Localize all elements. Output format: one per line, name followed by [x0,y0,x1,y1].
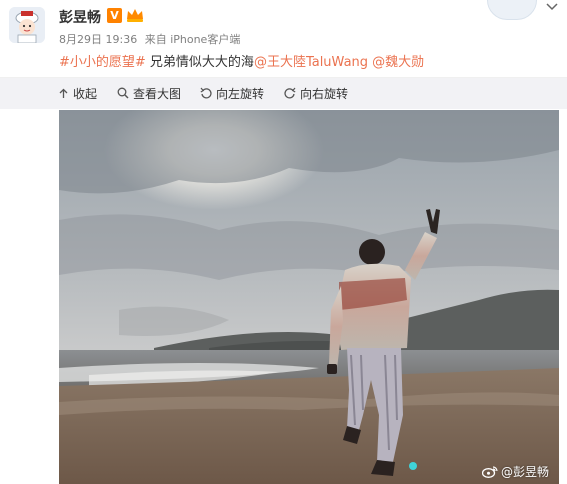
crown-icon[interactable] [125,7,145,23]
view-large-label: 查看大图 [133,86,182,101]
photo-watermark: @彭昱畅 [481,463,549,480]
rotate-left-icon [200,87,212,99]
beach-photo [59,110,559,484]
zoom-icon [117,87,129,99]
collapse-button[interactable]: 收起 [58,85,97,101]
watermark-handle: @彭昱畅 [500,465,549,479]
vip-badge[interactable]: V [107,8,122,23]
rotate-left-button[interactable]: 向左旋转 [200,85,264,101]
mention-link-1[interactable]: @王大陸TaluWang [254,55,368,70]
collapse-icon [59,88,68,98]
post-body-text: 兄弟情似大大的海 [145,55,254,70]
weibo-logo-icon [481,466,498,478]
view-large-button[interactable]: 查看大图 [117,85,181,101]
image-toolbar: 收起 查看大图 向左旋转 向右旋转 [0,78,567,109]
post-source[interactable]: 来自 iPhone客户端 [145,33,241,46]
collapse-label: 收起 [73,86,98,101]
post-meta: 8月29日 19:36 来自 iPhone客户端 [59,31,244,47]
chevron-down-icon[interactable] [545,2,559,12]
collapsed-avatar[interactable] [487,0,537,20]
hashtag-link[interactable]: #小小的愿望# [59,55,146,70]
post-text: #小小的愿望# 兄弟情似大大的海@王大陸TaluWang @魏大勋 [59,51,424,70]
rotate-right-button[interactable]: 向右旋转 [284,85,348,101]
post-photo[interactable]: @彭昱畅 [59,110,559,484]
rotate-right-icon [284,87,296,99]
post-header: 彭昱畅 V 8月29日 19:36 来自 iPhone客户端 #小小的愿望# 兄… [0,0,567,76]
rotate-left-label: 向左旋转 [216,86,265,101]
avatar-cartoon [9,7,45,43]
rotate-right-label: 向右旋转 [300,86,349,101]
user-name[interactable]: 彭昱畅 [59,7,101,27]
avatar[interactable] [9,7,45,43]
post-date[interactable]: 8月29日 19:36 [59,33,137,46]
mention-link-2[interactable]: @魏大勋 [372,55,424,70]
